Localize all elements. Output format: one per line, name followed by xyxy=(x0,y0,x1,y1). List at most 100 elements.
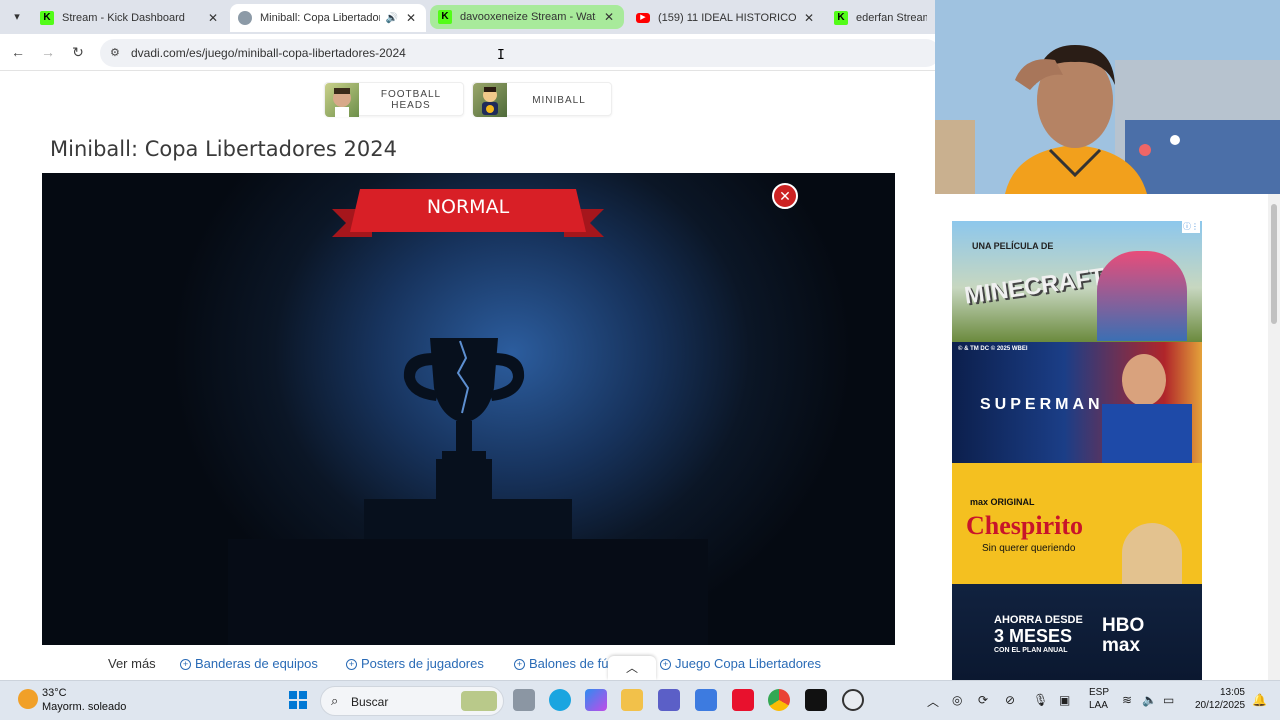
tab-title: (159) 11 IDEAL HISTORICO vs. D xyxy=(658,12,796,24)
trophy-silhouette xyxy=(228,338,708,645)
reload-icon[interactable]: ↻ xyxy=(69,43,87,61)
plus-icon: + xyxy=(346,659,357,670)
kick-icon: K xyxy=(834,11,848,25)
chip-label: Posters de jugadores xyxy=(361,656,484,671)
ver-mas-label: Ver más xyxy=(108,656,156,671)
clock-date[interactable]: 20/12/2025 xyxy=(1195,700,1245,711)
taskbar-search[interactable]: ⌕ Buscar xyxy=(320,686,504,716)
youtube-icon: ▶ xyxy=(636,13,650,23)
language-layout[interactable]: LAA xyxy=(1089,700,1108,711)
speaker-icon[interactable]: 🔊 xyxy=(386,13,398,24)
dvadi-icon xyxy=(238,11,252,25)
tray-app-icon[interactable]: ◎ xyxy=(952,693,962,707)
chespirito-ad[interactable]: max ORIGINAL Chespirito Sin querer queri… xyxy=(952,463,1202,584)
youtube-app-icon[interactable] xyxy=(732,689,754,711)
tab-miniball[interactable]: Miniball: Copa Libertadores 🔊 ✕ xyxy=(230,4,426,32)
hbo-max-ad[interactable]: AHORRA DESDE 3 MESES CON EL PLAN ANUAL H… xyxy=(952,584,1202,680)
task-view-icon[interactable] xyxy=(513,689,535,711)
microphone-icon[interactable]: 🎙 xyxy=(1033,693,1048,707)
kick-icon: K xyxy=(40,11,54,25)
ad-small-text: UNA PELÍCULA DE xyxy=(972,241,1054,251)
search-icon: ⌕ xyxy=(331,693,339,708)
chip-juego-copa[interactable]: + Juego Copa Libertadores xyxy=(660,656,821,671)
tab-title: ederfan Stream - W xyxy=(856,12,927,24)
ad-small-text: © & TM DC © 2025 WBEI xyxy=(958,346,1028,352)
copilot-icon[interactable] xyxy=(585,689,607,711)
webcam-overlay xyxy=(935,0,1280,194)
chip-banderas[interactable]: + Banderas de equipos xyxy=(180,656,318,671)
store-icon[interactable] xyxy=(695,689,717,711)
weather-temperature[interactable]: 33°C xyxy=(42,687,67,699)
ad-brand: SUPERMAN xyxy=(980,396,1104,413)
ad-line: AHORRA DESDE xyxy=(994,614,1083,626)
file-explorer-icon[interactable] xyxy=(621,689,643,711)
battery-icon[interactable]: ▭ xyxy=(1163,693,1174,707)
superman-ad[interactable]: © & TM DC © 2025 WBEI SUPERMAN xyxy=(952,342,1202,463)
weather-sun-icon[interactable] xyxy=(18,689,38,709)
ad-hero-suit xyxy=(1102,404,1192,463)
tray-display-icon[interactable]: ▣ xyxy=(1059,693,1070,707)
tab-title: Miniball: Copa Libertadores xyxy=(260,12,380,24)
back-arrow-icon[interactable]: ← xyxy=(9,43,27,61)
ad-hero-face xyxy=(1122,354,1166,406)
chip-posters[interactable]: + Posters de jugadores xyxy=(346,656,484,671)
ad-small-text: max ORIGINAL xyxy=(970,497,1035,507)
link-label: FOOTBALL HEADS xyxy=(380,89,442,111)
chip-label: Juego Copa Libertadores xyxy=(675,656,821,671)
link-miniball[interactable]: MINIBALL xyxy=(472,82,612,117)
tab-search-chevron-icon[interactable]: ▾ xyxy=(8,9,26,25)
miniball-thumbnail xyxy=(473,83,507,117)
search-placeholder: Buscar xyxy=(351,695,389,709)
tiktok-icon[interactable] xyxy=(805,689,827,711)
tab-davooxeneize[interactable]: K davooxeneize Stream - Watch L ✕ xyxy=(430,5,624,29)
scrollbar-thumb[interactable] xyxy=(1271,204,1277,324)
chip-balones[interactable]: + Balones de fú xyxy=(514,656,609,671)
plus-icon: + xyxy=(660,659,671,670)
ad-line: CON EL PLAN ANUAL xyxy=(994,647,1068,654)
ad-brand: MINECRAFT xyxy=(962,263,1107,310)
text-cursor-icon: I xyxy=(497,48,505,63)
settings-gear-icon[interactable] xyxy=(842,689,864,711)
tray-hidden-icon[interactable]: ⊘ xyxy=(1005,693,1015,707)
link-football-heads[interactable]: FOOTBALL HEADS xyxy=(324,82,464,117)
ad-info-icon[interactable]: ⓘ⋮ xyxy=(1182,221,1200,233)
forward-arrow-icon[interactable]: → xyxy=(39,43,57,61)
close-icon[interactable]: ✕ xyxy=(602,10,616,24)
ad-line: 3 MESES xyxy=(994,626,1073,646)
close-icon[interactable]: ✕ xyxy=(206,11,220,25)
game-canvas[interactable]: NORMAL ✕ xyxy=(42,173,895,645)
close-icon[interactable]: ✕ xyxy=(802,11,816,25)
page-scrollbar[interactable] xyxy=(1268,194,1280,680)
windows-start-icon[interactable] xyxy=(287,689,309,711)
teams-icon[interactable] xyxy=(658,689,680,711)
tab-kick-dashboard[interactable]: K Stream - Kick Dashboard ✕ xyxy=(32,4,228,32)
tab-youtube[interactable]: ▶ (159) 11 IDEAL HISTORICO vs. D ✕ xyxy=(628,4,824,32)
ad-characters xyxy=(1097,251,1187,341)
search-highlight-image xyxy=(461,691,497,711)
tab-ederfan[interactable]: K ederfan Stream - W xyxy=(826,4,935,32)
weather-description[interactable]: Mayorm. soleado xyxy=(42,701,126,713)
ad-character xyxy=(1122,523,1182,584)
ad-brand: HBO max xyxy=(1102,615,1145,656)
site-settings-icon[interactable]: ⚙ xyxy=(110,46,120,59)
edge-icon[interactable] xyxy=(549,689,571,711)
plus-icon: + xyxy=(180,659,191,670)
address-bar[interactable]: ⚙ dvadi.com/es/juego/miniball-copa-liber… xyxy=(100,39,940,67)
football-heads-thumbnail xyxy=(325,83,359,117)
scroll-up-chevron-icon[interactable]: ︿ xyxy=(608,656,656,680)
wifi-icon[interactable]: ≋ xyxy=(1122,693,1132,707)
volume-icon[interactable]: 🔈 xyxy=(1142,693,1157,707)
browser-toolbar: ← → ↻ ⚙ dvadi.com/es/juego/miniball-copa… xyxy=(0,34,940,71)
plus-icon: + xyxy=(514,659,525,670)
kick-icon: K xyxy=(438,10,452,24)
notification-bell-icon[interactable]: 🔔 xyxy=(1252,693,1267,707)
tray-overflow-chevron-icon[interactable]: ︿ xyxy=(927,693,939,710)
tab-title: Stream - Kick Dashboard xyxy=(62,12,185,24)
language-code[interactable]: ESP xyxy=(1089,687,1109,698)
clock-time[interactable]: 13:05 xyxy=(1219,687,1245,698)
page-title: Miniball: Copa Libertadores 2024 xyxy=(50,137,397,161)
tray-sync-icon[interactable]: ⟳ xyxy=(978,693,988,707)
chrome-icon[interactable] xyxy=(768,689,790,711)
minecraft-ad[interactable]: UNA PELÍCULA DE MINECRAFT ⓘ⋮ xyxy=(952,221,1202,342)
close-icon[interactable]: ✕ xyxy=(404,11,418,25)
